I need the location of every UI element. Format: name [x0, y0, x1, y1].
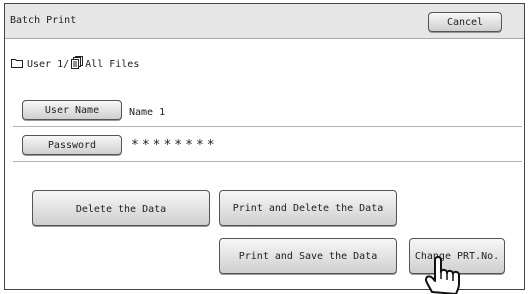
divider [13, 161, 522, 162]
print-and-save-button[interactable]: Print and Save the Data [219, 238, 397, 274]
folder-icon [11, 58, 23, 71]
path-user-folder: User 1/ [27, 58, 70, 70]
print-and-delete-button[interactable]: Print and Delete the Data [219, 190, 397, 226]
delete-data-button[interactable]: Delete the Data [32, 190, 210, 226]
cancel-button[interactable]: Cancel [428, 12, 502, 32]
password-value: ******** [131, 138, 218, 153]
user-name-button[interactable]: User Name [22, 100, 122, 120]
files-icon [71, 56, 84, 72]
password-button[interactable]: Password [22, 135, 122, 155]
user-name-value: Name 1 [129, 107, 166, 118]
dialog-title: Batch Print [10, 15, 77, 26]
divider [13, 126, 522, 127]
title-bar: Batch Print Cancel [5, 4, 524, 39]
path-files: All Files [85, 58, 140, 70]
breadcrumb: User 1/ All Files [11, 56, 139, 72]
batch-print-dialog: Batch Print Cancel User 1/ All Files Use… [4, 3, 525, 290]
pointer-hand-icon [424, 256, 460, 294]
